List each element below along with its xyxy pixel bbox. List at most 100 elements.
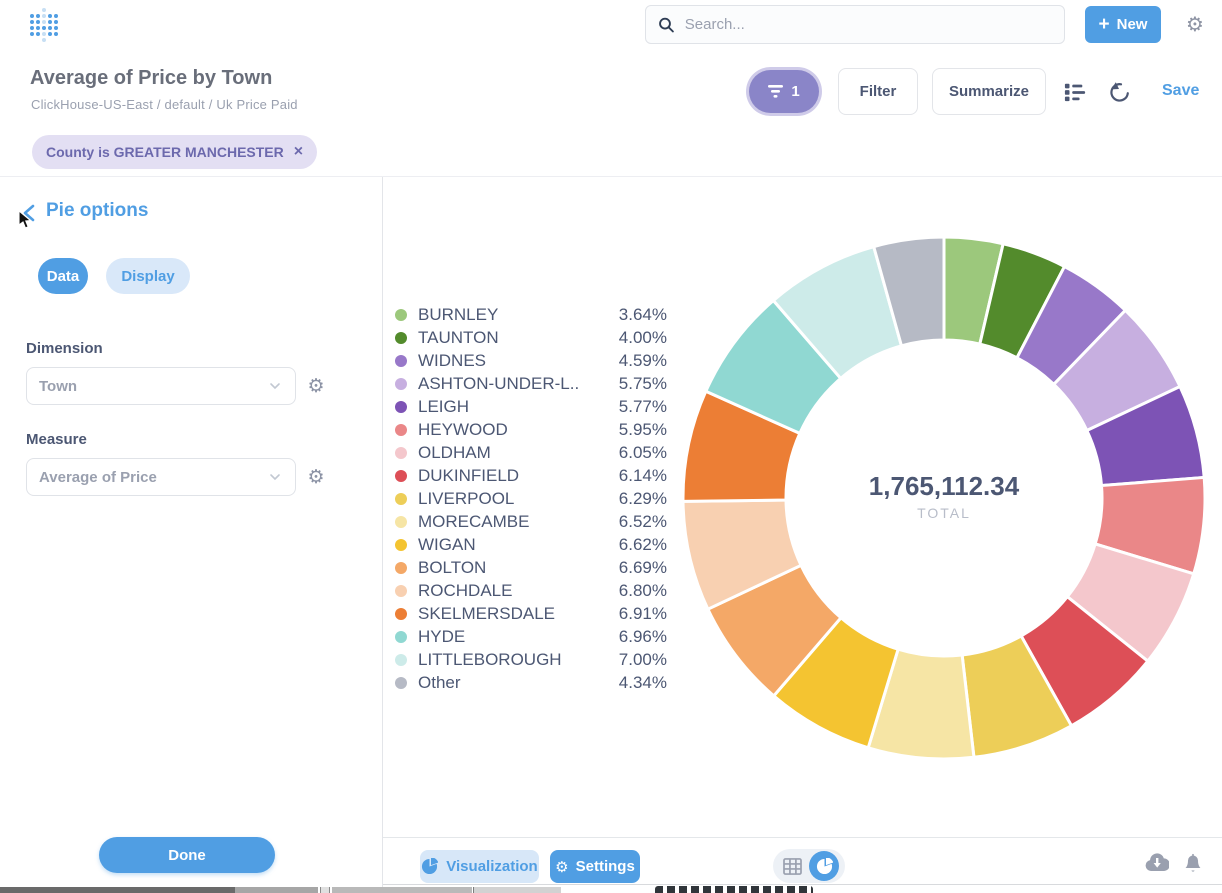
metabase-app: + New ⚙ Average of Price by Town ClickHo… xyxy=(0,0,1222,893)
legend-percent: 5.75% xyxy=(619,374,667,394)
table-view-icon[interactable] xyxy=(779,858,805,875)
legend-label: WIGAN xyxy=(418,535,476,555)
measure-value: Average of Price xyxy=(39,469,157,486)
visualization-button-label: Visualization xyxy=(446,858,537,875)
legend-percent: 6.05% xyxy=(619,443,667,463)
legend-item[interactable]: LIVERPOOL6.29% xyxy=(395,487,667,510)
filter-count-pill[interactable]: 1 xyxy=(749,70,819,113)
measure-select[interactable]: Average of Price xyxy=(26,458,296,496)
legend-label: SKELMERSDALE xyxy=(418,604,555,624)
legend-color-dot xyxy=(395,516,407,528)
legend-percent: 6.52% xyxy=(619,512,667,532)
tab-data[interactable]: Data xyxy=(38,258,88,294)
legend-color-dot xyxy=(395,424,407,436)
dimension-gear-icon[interactable]: ⚙ xyxy=(305,375,327,397)
legend-color-dot xyxy=(395,401,407,413)
legend-color-dot xyxy=(395,470,407,482)
legend-label: LEIGH xyxy=(418,397,469,417)
legend-color-dot xyxy=(395,378,407,390)
new-button[interactable]: + New xyxy=(1085,6,1161,43)
legend-item[interactable]: SKELMERSDALE 6.91% xyxy=(395,602,667,625)
done-button[interactable]: Done xyxy=(99,837,275,873)
bell-icon[interactable] xyxy=(1183,852,1203,874)
search-input[interactable] xyxy=(685,16,1052,33)
legend-label: BOLTON xyxy=(418,558,486,578)
legend-label: TAUNTON xyxy=(418,328,499,348)
legend-percent: 4.59% xyxy=(619,351,667,371)
legend-color-dot xyxy=(395,631,407,643)
bottom-scrollbar-segment xyxy=(0,887,235,893)
download-icon[interactable] xyxy=(1145,853,1169,872)
legend-percent: 6.69% xyxy=(619,558,667,578)
bottom-scrollbar-segment xyxy=(235,887,318,893)
legend-color-dot xyxy=(395,493,407,505)
legend-item[interactable]: BOLTON 6.69% xyxy=(395,556,667,579)
filter-count: 1 xyxy=(791,83,799,100)
refresh-icon[interactable] xyxy=(1108,80,1132,104)
legend-percent: 6.14% xyxy=(619,466,667,486)
legend-item[interactable]: DUKINFIELD 6.14% xyxy=(395,464,667,487)
legend-item[interactable]: WIGAN 6.62% xyxy=(395,533,667,556)
legend-label: BURNLEY xyxy=(418,305,498,325)
admin-gear-icon[interactable]: ⚙ xyxy=(1184,13,1206,35)
legend-item[interactable]: BURNLEY 3.64% xyxy=(395,303,667,326)
footer-divider xyxy=(383,884,1222,885)
notebook-editor-icon[interactable] xyxy=(1064,81,1086,103)
metabase-logo-icon[interactable] xyxy=(30,8,60,42)
summarize-button[interactable]: Summarize xyxy=(932,68,1046,115)
legend-item[interactable]: MORECAMBE 6.52% xyxy=(395,510,667,533)
legend-label: MORECAMBE xyxy=(418,512,529,532)
pie-chart xyxy=(679,233,1209,763)
legend-percent: 6.29% xyxy=(619,489,667,509)
legend-percent: 6.91% xyxy=(619,604,667,624)
remove-filter-icon[interactable]: × xyxy=(294,144,303,160)
funnel-icon xyxy=(768,85,783,98)
global-search[interactable] xyxy=(645,5,1065,44)
legend-item[interactable]: LITTLEBOROUGH7.00% xyxy=(395,648,667,671)
legend-color-dot xyxy=(395,355,407,367)
chevron-down-icon xyxy=(267,469,283,485)
visualization-footer: Visualization ⚙ Settings xyxy=(383,837,1222,884)
legend-color-dot xyxy=(395,562,407,574)
legend-item[interactable]: TAUNTON 4.00% xyxy=(395,326,667,349)
legend-item[interactable]: WIDNES 4.59% xyxy=(395,349,667,372)
breadcrumb[interactable]: ClickHouse-US-East / default / Uk Price … xyxy=(31,97,298,112)
legend-percent: 3.64% xyxy=(619,305,667,325)
legend-label: HYDE xyxy=(418,627,465,647)
dimension-select[interactable]: Town xyxy=(26,367,296,405)
filter-button[interactable]: Filter xyxy=(838,68,918,115)
legend-item[interactable]: ROCHDALE6.80% xyxy=(395,579,667,602)
tab-display[interactable]: Display xyxy=(106,258,190,294)
filter-chip[interactable]: County is GREATER MANCHESTER × xyxy=(32,135,317,169)
sidebar-title: Pie options xyxy=(46,200,148,222)
legend-label: WIDNES xyxy=(418,351,486,371)
legend-item[interactable]: Other4.34% xyxy=(395,671,667,694)
legend-item[interactable]: OLDHAM 6.05% xyxy=(395,441,667,464)
save-button[interactable]: Save xyxy=(1162,82,1199,100)
legend-color-dot xyxy=(395,332,407,344)
legend-color-dot xyxy=(395,654,407,666)
search-icon xyxy=(658,16,675,34)
legend-label: OLDHAM xyxy=(418,443,491,463)
legend-label: HEYWOOD xyxy=(418,420,508,440)
legend-color-dot xyxy=(395,608,407,620)
legend-item[interactable]: HEYWOOD5.95% xyxy=(395,418,667,441)
settings-button[interactable]: ⚙ Settings xyxy=(550,850,640,883)
legend-item[interactable]: HYDE 6.96% xyxy=(395,625,667,648)
legend-percent: 6.96% xyxy=(619,627,667,647)
legend-color-dot xyxy=(395,447,407,459)
legend-percent: 6.62% xyxy=(619,535,667,555)
legend-color-dot xyxy=(395,309,407,321)
bottom-scrollbar-segment xyxy=(473,887,561,893)
measure-gear-icon[interactable]: ⚙ xyxy=(305,466,327,488)
legend-percent: 4.00% xyxy=(619,328,667,348)
legend-label: ASHTON-UNDER-L.. xyxy=(418,374,579,394)
visualization-button[interactable]: Visualization xyxy=(420,850,539,883)
legend-label: ROCHDALE xyxy=(418,581,512,601)
legend-item[interactable]: LEIGH5.77% xyxy=(395,395,667,418)
legend-label: DUKINFIELD xyxy=(418,466,519,486)
new-button-label: New xyxy=(1117,16,1148,33)
dimension-value: Town xyxy=(39,378,77,395)
legend-item[interactable]: ASHTON-UNDER-L.. 5.75% xyxy=(395,372,667,395)
pie-view-icon[interactable] xyxy=(809,851,839,881)
